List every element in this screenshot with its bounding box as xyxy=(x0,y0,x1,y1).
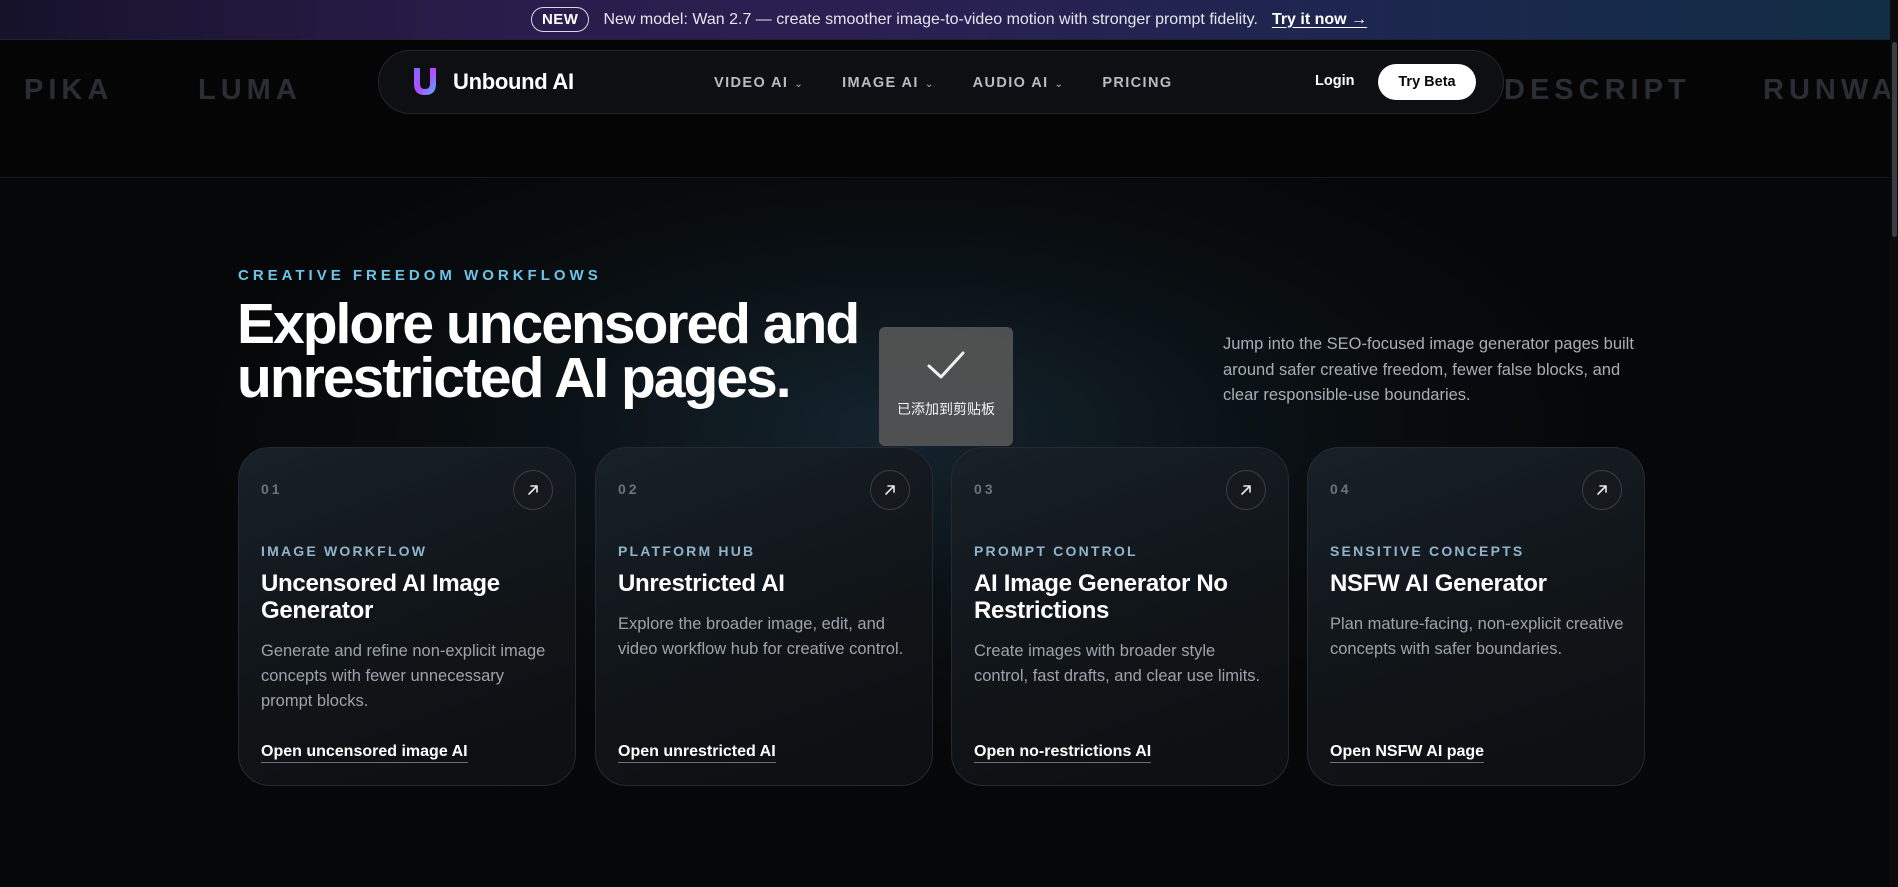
card-no-restrictions[interactable]: 03 PROMPT CONTROL AI Image Generator No … xyxy=(951,447,1289,786)
card-unrestricted-ai[interactable]: 02 PLATFORM HUB Unrestricted AI Explore … xyxy=(595,447,933,786)
unbound-logo-icon xyxy=(414,68,436,95)
card-link[interactable]: Open no-restrictions AI xyxy=(974,743,1152,763)
card-title: Uncensored AI Image Generator xyxy=(261,570,500,624)
try-beta-button[interactable]: Try Beta xyxy=(1378,64,1476,100)
card-link[interactable]: Open uncensored image AI xyxy=(261,743,468,763)
announcement-bar: NEW New model: Wan 2.7 — create smoother… xyxy=(0,0,1898,40)
arrow-up-right-icon[interactable] xyxy=(870,470,910,510)
nav-audio-ai[interactable]: AUDIO AI ⌄ xyxy=(973,75,1065,91)
card-description: Generate and refine non-explicit image c… xyxy=(261,642,546,710)
nav-image-ai-label: IMAGE AI xyxy=(842,75,919,91)
section-eyebrow: CREATIVE FREEDOM WORKFLOWS xyxy=(238,267,602,284)
arrow-up-right-icon[interactable] xyxy=(1226,470,1266,510)
chevron-down-icon: ⌄ xyxy=(1054,78,1065,90)
card-number: 04 xyxy=(1330,481,1352,497)
card-description: Plan mature-facing, non-explicit creativ… xyxy=(1330,615,1624,658)
clipboard-toast: 已添加到剪贴板 xyxy=(879,327,1013,446)
nav-links: VIDEO AI ⌄ IMAGE AI ⌄ AUDIO AI ⌄ PRICING xyxy=(714,51,1211,115)
card-number: 03 xyxy=(974,481,996,497)
card-number: 02 xyxy=(618,481,640,497)
section-headline: Explore uncensored and unrestricted AI p… xyxy=(237,296,877,407)
card-title: NSFW AI Generator xyxy=(1330,570,1547,597)
brand-home-link[interactable]: Unbound AI xyxy=(411,66,574,98)
toast-message: 已添加到剪贴板 xyxy=(897,402,995,418)
marquee-logo-descript: DESCRIPT xyxy=(1504,74,1691,106)
try-it-now-link[interactable]: Try it now → xyxy=(1272,11,1367,29)
card-uncensored-image[interactable]: 01 IMAGE WORKFLOW Uncensored AI Image Ge… xyxy=(238,447,576,786)
nav-pricing-label: PRICING xyxy=(1102,75,1173,91)
card-kicker: IMAGE WORKFLOW xyxy=(261,543,428,559)
card-kicker: PROMPT CONTROL xyxy=(974,543,1138,559)
main-nav: Unbound AI VIDEO AI ⌄ IMAGE AI ⌄ AUDIO A… xyxy=(378,50,1504,114)
checkmark-icon xyxy=(927,351,965,379)
card-title: AI Image Generator No Restrictions xyxy=(974,570,1228,624)
marquee-logo-runway: RUNWA xyxy=(1763,74,1898,106)
arrow-up-right-icon[interactable] xyxy=(1582,470,1622,510)
login-link[interactable]: Login xyxy=(1315,73,1354,89)
nav-image-ai[interactable]: IMAGE AI ⌄ xyxy=(842,75,935,91)
card-description: Explore the broader image, edit, and vid… xyxy=(618,615,904,658)
new-badge: NEW xyxy=(530,7,590,32)
card-nsfw-generator[interactable]: 04 SENSITIVE CONCEPTS NSFW AI Generator … xyxy=(1307,447,1645,786)
scrollbar-thumb[interactable] xyxy=(1892,42,1897,237)
arrow-up-right-icon[interactable] xyxy=(513,470,553,510)
card-kicker: PLATFORM HUB xyxy=(618,543,756,559)
announcement-message: New model: Wan 2.7 — create smoother ima… xyxy=(603,10,1258,28)
card-link[interactable]: Open NSFW AI page xyxy=(1330,743,1485,763)
brand-name: Unbound AI xyxy=(453,69,574,94)
headline-line-2: unrestricted AI pages. xyxy=(237,346,792,410)
creative-freedom-section: CREATIVE FREEDOM WORKFLOWS Explore uncen… xyxy=(0,179,1898,887)
card-number: 01 xyxy=(261,481,283,497)
chevron-down-icon: ⌄ xyxy=(924,78,935,90)
nav-video-ai-label: VIDEO AI xyxy=(714,75,789,91)
nav-audio-ai-label: AUDIO AI xyxy=(972,75,1049,91)
nav-pricing[interactable]: PRICING xyxy=(1102,75,1172,91)
nav-video-ai[interactable]: VIDEO AI ⌄ xyxy=(714,75,804,91)
marquee-logo-pika: PIKA xyxy=(24,74,114,106)
card-kicker: SENSITIVE CONCEPTS xyxy=(1330,543,1525,559)
marquee-logo-luma: LUMA xyxy=(198,74,302,106)
section-description: Jump into the SEO-focused image generato… xyxy=(1223,335,1634,404)
chevron-down-icon: ⌄ xyxy=(794,78,805,90)
card-title: Unrestricted AI xyxy=(618,570,785,597)
card-description: Create images with broader style control… xyxy=(974,642,1261,685)
card-link[interactable]: Open unrestricted AI xyxy=(618,743,776,763)
